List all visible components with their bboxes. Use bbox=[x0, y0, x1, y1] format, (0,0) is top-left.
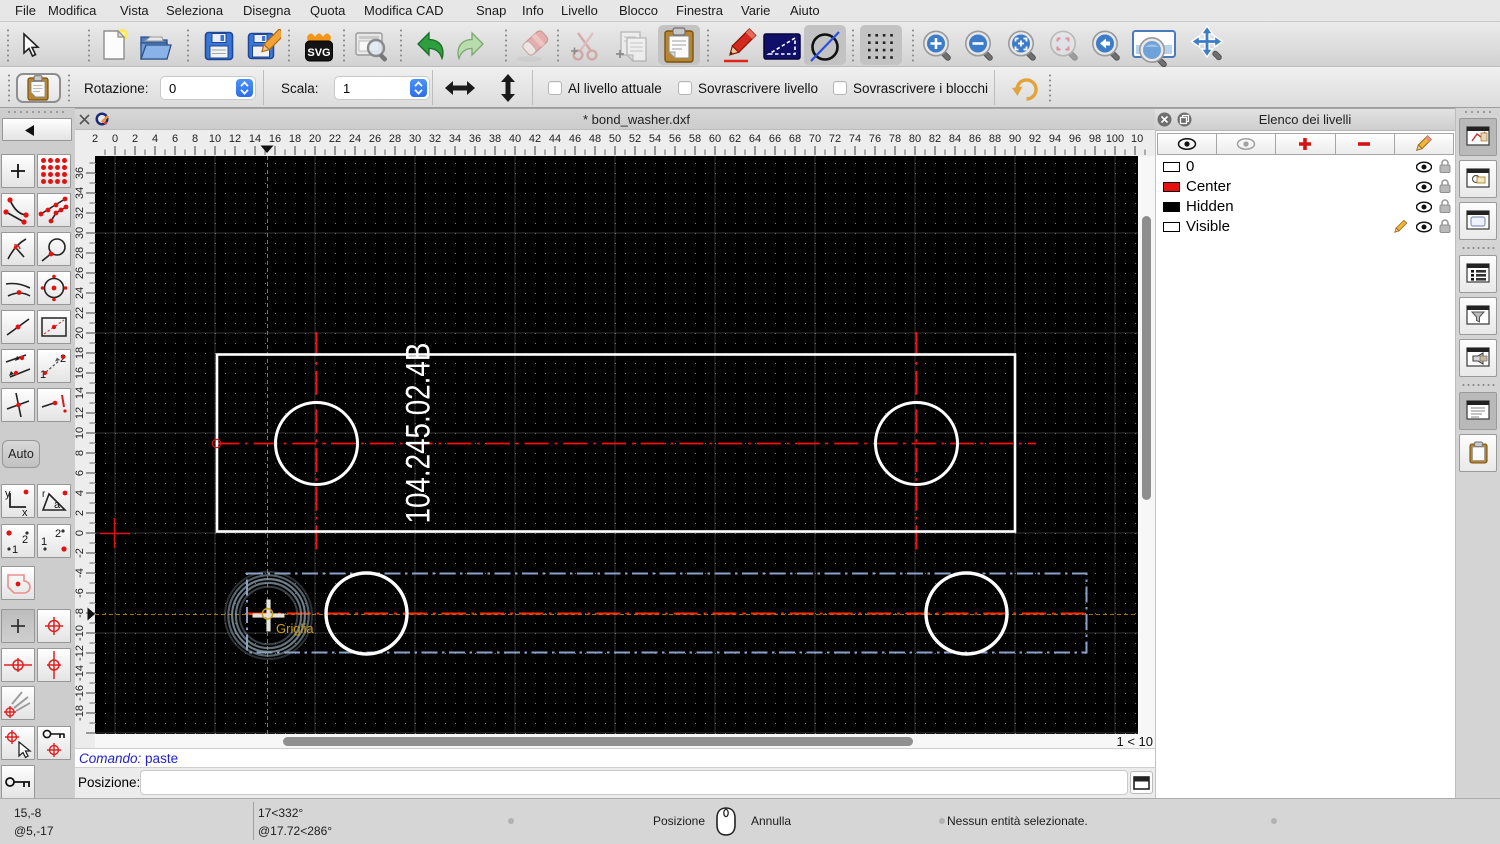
svg-text:92: 92 bbox=[1029, 133, 1041, 145]
svg-text:48: 48 bbox=[589, 133, 601, 145]
svg-text:84: 84 bbox=[949, 133, 961, 145]
svg-text:104.245.02.4B: 104.245.02.4B bbox=[399, 343, 437, 524]
svg-text:94: 94 bbox=[1049, 133, 1061, 145]
svg-text:90: 90 bbox=[1009, 133, 1021, 145]
svg-text:72: 72 bbox=[829, 133, 841, 145]
svg-text:8: 8 bbox=[75, 450, 86, 456]
svg-text:38: 38 bbox=[489, 133, 501, 145]
svg-text:-10: -10 bbox=[75, 625, 86, 641]
svg-text:34: 34 bbox=[449, 133, 461, 145]
svg-text:1: 1 bbox=[41, 536, 47, 548]
svg-text:34: 34 bbox=[75, 187, 86, 199]
svg-text:70: 70 bbox=[809, 133, 821, 145]
svg-text:36: 36 bbox=[75, 167, 86, 179]
svg-text:32: 32 bbox=[75, 207, 86, 219]
svg-text:y: y bbox=[5, 488, 11, 500]
svg-text:SVG: SVG bbox=[307, 47, 330, 59]
svg-text:6: 6 bbox=[75, 470, 86, 476]
svg-text:10: 10 bbox=[1131, 133, 1143, 145]
svg-text:1: 1 bbox=[12, 544, 18, 556]
svg-text:82: 82 bbox=[929, 133, 941, 145]
svg-text:86: 86 bbox=[969, 133, 981, 145]
svg-text:56: 56 bbox=[669, 133, 681, 145]
svg-text:2: 2 bbox=[55, 528, 61, 540]
svg-text:66: 66 bbox=[769, 133, 781, 145]
svg-text:24: 24 bbox=[349, 133, 361, 145]
svg-text:22: 22 bbox=[329, 133, 341, 145]
svg-text:62: 62 bbox=[729, 133, 741, 145]
svg-text:44: 44 bbox=[549, 133, 561, 145]
svg-text:28: 28 bbox=[389, 133, 401, 145]
svg-text:0: 0 bbox=[112, 133, 118, 145]
svg-text:1: 1 bbox=[40, 369, 46, 381]
svg-text:80: 80 bbox=[909, 133, 921, 145]
svg-text:96: 96 bbox=[1069, 133, 1081, 145]
svg-text:2: 2 bbox=[22, 534, 28, 546]
svg-text:24: 24 bbox=[75, 287, 86, 299]
svg-text:0: 0 bbox=[75, 530, 86, 536]
svg-text:52: 52 bbox=[629, 133, 641, 145]
svg-text:12: 12 bbox=[75, 407, 86, 419]
svg-text:32: 32 bbox=[429, 133, 441, 145]
svg-text:-8: -8 bbox=[75, 608, 86, 618]
svg-text:12: 12 bbox=[229, 133, 241, 145]
svg-text:54: 54 bbox=[649, 133, 661, 145]
svg-text:58: 58 bbox=[689, 133, 701, 145]
svg-text:Griglia: Griglia bbox=[276, 621, 314, 636]
svg-text:98: 98 bbox=[1089, 133, 1101, 145]
svg-text:2: 2 bbox=[75, 510, 86, 516]
svg-text:-16: -16 bbox=[75, 685, 86, 701]
svg-text:30: 30 bbox=[75, 227, 86, 239]
svg-text:r: r bbox=[42, 489, 46, 500]
svg-text:-12: -12 bbox=[75, 645, 86, 661]
svg-text:-14: -14 bbox=[75, 665, 86, 681]
svg-text:6: 6 bbox=[172, 133, 178, 145]
svg-text:28: 28 bbox=[75, 247, 86, 259]
svg-text:-6: -6 bbox=[75, 588, 86, 598]
svg-text:14: 14 bbox=[75, 387, 86, 399]
svg-text:30: 30 bbox=[409, 133, 421, 145]
svg-text:36: 36 bbox=[469, 133, 481, 145]
svg-text:46: 46 bbox=[569, 133, 581, 145]
svg-text:a: a bbox=[54, 499, 61, 511]
svg-text:60: 60 bbox=[709, 133, 721, 145]
svg-text:10: 10 bbox=[209, 133, 221, 145]
svg-text:64: 64 bbox=[749, 133, 761, 145]
svg-text:42: 42 bbox=[529, 133, 541, 145]
svg-text:26: 26 bbox=[369, 133, 381, 145]
svg-text:-4: -4 bbox=[75, 568, 86, 578]
svg-text:4: 4 bbox=[75, 490, 86, 496]
svg-text:10: 10 bbox=[75, 427, 86, 439]
svg-text:16: 16 bbox=[269, 133, 281, 145]
svg-text:78: 78 bbox=[889, 133, 901, 145]
svg-text:68: 68 bbox=[789, 133, 801, 145]
svg-text:20: 20 bbox=[309, 133, 321, 145]
svg-text:x: x bbox=[22, 507, 28, 517]
svg-text:16: 16 bbox=[75, 367, 86, 379]
svg-text:14: 14 bbox=[249, 133, 261, 145]
svg-text:18: 18 bbox=[289, 133, 301, 145]
svg-text:100: 100 bbox=[1106, 133, 1124, 145]
svg-text:22: 22 bbox=[75, 307, 86, 319]
svg-text:18: 18 bbox=[75, 347, 86, 359]
svg-text:50: 50 bbox=[609, 133, 621, 145]
svg-text:88: 88 bbox=[989, 133, 1001, 145]
svg-text:2: 2 bbox=[92, 133, 98, 145]
svg-text:26: 26 bbox=[75, 267, 86, 279]
svg-text:4: 4 bbox=[152, 133, 158, 145]
svg-text:74: 74 bbox=[849, 133, 861, 145]
svg-text:-18: -18 bbox=[75, 705, 86, 721]
svg-text:20: 20 bbox=[75, 327, 86, 339]
svg-text:-2: -2 bbox=[75, 548, 86, 558]
svg-text:76: 76 bbox=[869, 133, 881, 145]
svg-text:40: 40 bbox=[509, 133, 521, 145]
svg-text:8: 8 bbox=[192, 133, 198, 145]
svg-text:2: 2 bbox=[132, 133, 138, 145]
svg-text:2: 2 bbox=[60, 353, 66, 365]
